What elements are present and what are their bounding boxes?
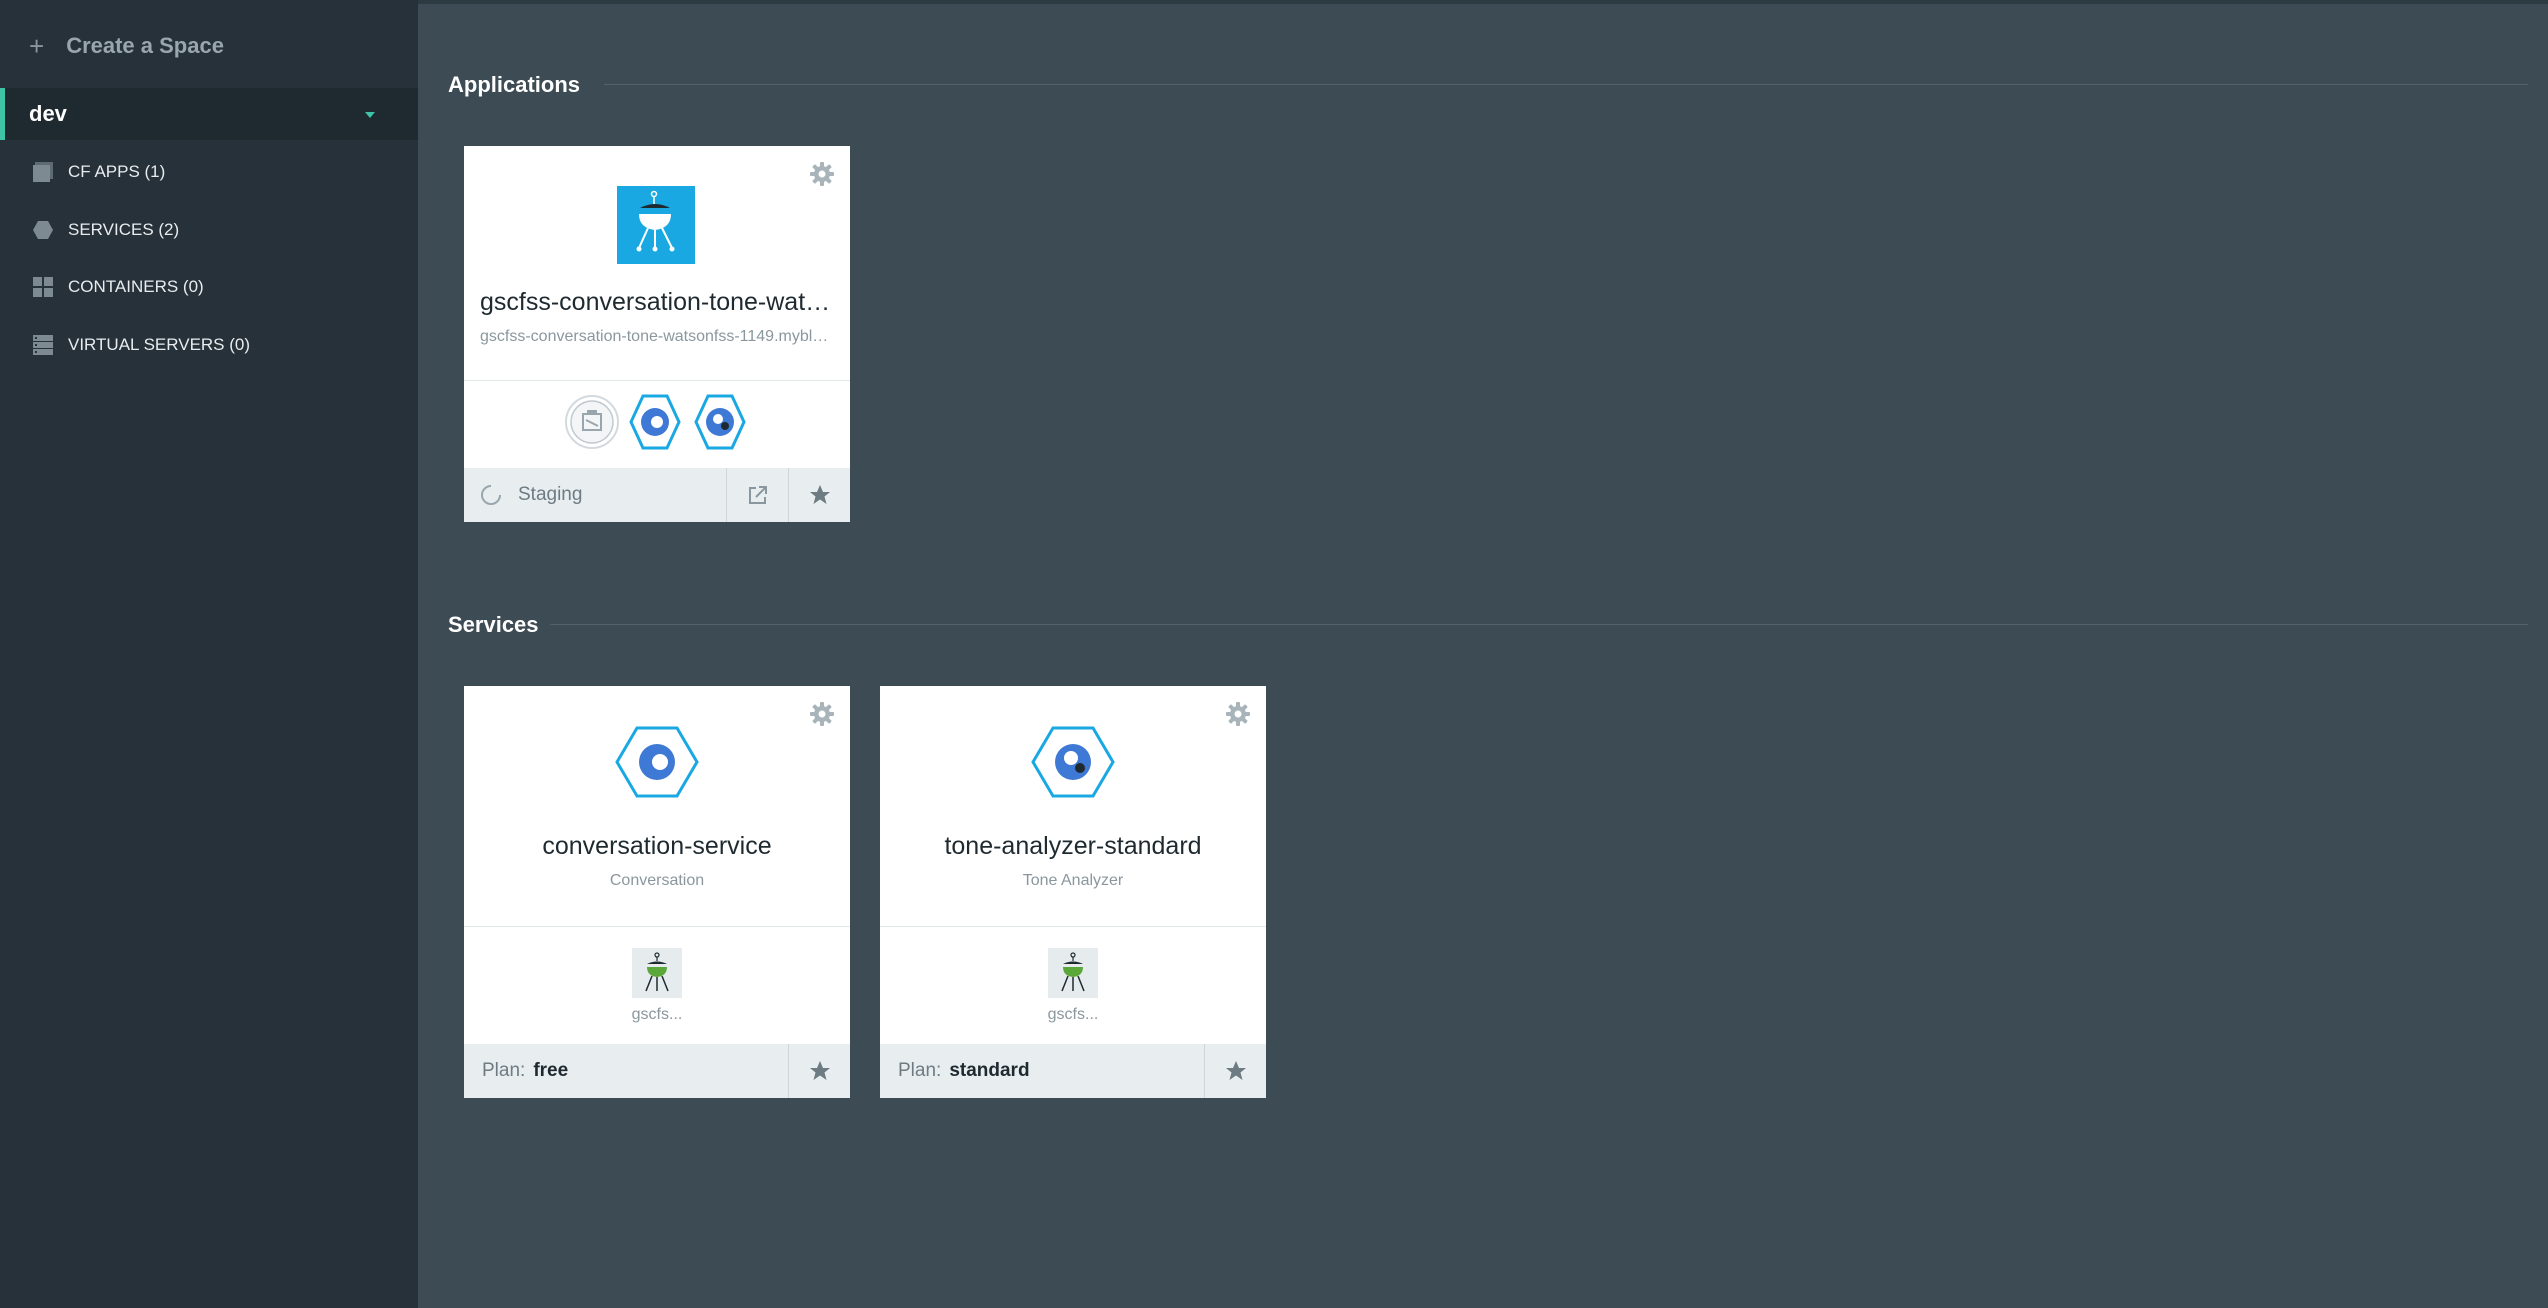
- status-area: Staging: [464, 468, 726, 522]
- sidebar-item-label: CF APPS (1): [68, 162, 166, 181]
- gear-icon[interactable]: [1224, 700, 1252, 728]
- service-card[interactable]: tone-analyzer-standard Tone Analyzer gsc…: [880, 686, 1266, 1098]
- service-type: Tone Analyzer: [1022, 872, 1124, 889]
- star-icon: [809, 1061, 830, 1080]
- space-name: dev: [29, 101, 67, 126]
- service-card-footer: Plan: standard: [880, 1044, 1266, 1098]
- plan-value: standard: [949, 1060, 1030, 1081]
- card-divider: [464, 380, 850, 381]
- services-icon: [33, 221, 53, 239]
- create-space-label: Create a Space: [66, 33, 224, 58]
- service-name[interactable]: tone-analyzer-standard: [880, 832, 1266, 861]
- plus-icon: +: [29, 30, 45, 61]
- plan-label: Plan:: [482, 1060, 526, 1081]
- applications-heading: Applications: [448, 72, 581, 97]
- app-route[interactable]: gscfss-conversation-tone-watsonfss-1149.…: [464, 328, 850, 346]
- cf-apps-icon: [33, 162, 53, 182]
- chevron-down-icon: [365, 112, 375, 118]
- services-divider: [550, 624, 2528, 625]
- applications-divider: [604, 84, 2528, 85]
- app-name[interactable]: gscfss-conversation-tone-watsonfss-1149: [464, 288, 850, 317]
- open-url-button[interactable]: [726, 468, 788, 522]
- top-border: [418, 0, 2548, 4]
- sidebar-item-label: CONTAINERS (0): [68, 277, 204, 296]
- sidebar-item-label: VIRTUAL SERVERS (0): [68, 335, 251, 354]
- gear-icon[interactable]: [808, 160, 836, 188]
- tone-analyzer-icon: [1031, 726, 1115, 798]
- service-card[interactable]: conversation-service Conversation gscfs.…: [464, 686, 850, 1098]
- bound-app-name[interactable]: gscfs...: [464, 1006, 850, 1024]
- service-type: Conversation: [609, 872, 705, 889]
- services-heading: Services: [448, 612, 539, 637]
- bound-app-name[interactable]: gscfs...: [880, 1006, 1266, 1024]
- app-card[interactable]: gscfss-conversation-tone-watsonfss-1149 …: [464, 146, 850, 522]
- sidebar: + Create a Space dev CF APPS (1) SERVICE…: [0, 0, 418, 1308]
- space-selector[interactable]: dev: [0, 88, 418, 140]
- service-card-footer: Plan: free: [464, 1044, 850, 1098]
- bound-app-icon[interactable]: [632, 948, 682, 998]
- sidebar-item-label: SERVICES (2): [68, 220, 180, 239]
- bound-app-icon[interactable]: [1048, 948, 1098, 998]
- sidebar-item-cf-apps[interactable]: CF APPS (1): [32, 154, 165, 190]
- card-divider: [880, 926, 1266, 927]
- sidebar-item-services[interactable]: SERVICES (2): [32, 212, 179, 248]
- virtual-servers-icon: [33, 335, 53, 355]
- gear-icon[interactable]: [808, 700, 836, 728]
- card-divider: [464, 926, 850, 927]
- create-space-button[interactable]: + Create a Space: [29, 28, 224, 64]
- sidebar-item-virtual-servers[interactable]: VIRTUAL SERVERS (0): [32, 327, 250, 363]
- star-icon: [809, 485, 830, 504]
- app-status: Staging: [518, 484, 583, 505]
- plan-label: Plan:: [898, 1060, 942, 1081]
- app-card-footer: Staging: [464, 468, 850, 522]
- service-name[interactable]: conversation-service: [464, 832, 850, 861]
- spinner-icon: [481, 485, 501, 505]
- favorite-button[interactable]: [788, 1044, 850, 1098]
- conversation-icon: [615, 726, 699, 798]
- bound-services-icons: [565, 394, 746, 450]
- plan-area: Plan: free: [464, 1044, 788, 1098]
- app-bbq-icon: [617, 186, 695, 264]
- plan-area: Plan: standard: [880, 1044, 1204, 1098]
- favorite-button[interactable]: [788, 468, 850, 522]
- star-icon: [1225, 1061, 1246, 1080]
- sidebar-item-containers[interactable]: CONTAINERS (0): [32, 269, 204, 305]
- plan-value: free: [533, 1060, 569, 1081]
- favorite-button[interactable]: [1204, 1044, 1266, 1098]
- external-link-icon: [748, 486, 767, 504]
- containers-icon: [33, 277, 53, 297]
